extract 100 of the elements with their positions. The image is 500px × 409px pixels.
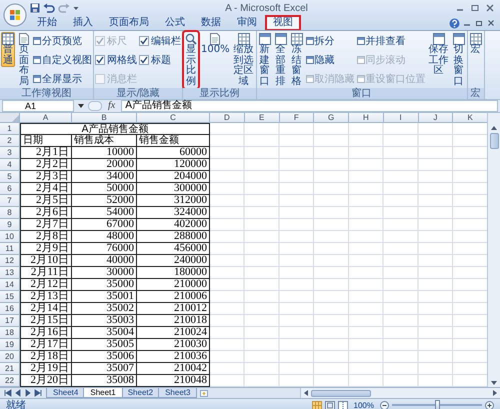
ribbon-button[interactable]: 分页预览 xyxy=(33,32,92,50)
row-header[interactable]: 2 xyxy=(0,135,20,147)
row-header[interactable]: 5 xyxy=(0,171,20,183)
close-icon[interactable] xyxy=(486,18,496,28)
ribbon-tab[interactable]: 插入 xyxy=(66,16,100,30)
row-header[interactable]: 14 xyxy=(0,279,20,291)
column-header[interactable]: G xyxy=(314,113,349,123)
ribbon-tab[interactable]: 数据 xyxy=(194,16,228,30)
down-arrow-icon[interactable] xyxy=(490,379,498,387)
ribbon-button[interactable]: 隐藏 xyxy=(306,51,355,69)
row-header[interactable]: 17 xyxy=(0,315,20,327)
ribbon-button[interactable]: 宏 xyxy=(468,32,483,56)
ribbon-button[interactable]: 新建窗口 xyxy=(258,32,272,88)
minus-icon[interactable] xyxy=(380,400,389,409)
ribbon-button[interactable]: 保存工作区 xyxy=(428,32,450,78)
ribbon-button[interactable]: 100% xyxy=(200,32,231,56)
maximize-icon[interactable] xyxy=(469,3,481,13)
triangle-icon[interactable] xyxy=(34,389,42,397)
ribbon-tab[interactable]: 审阅 xyxy=(230,16,264,30)
table-cell: 2月7日 xyxy=(20,219,72,231)
row-header[interactable]: 21 xyxy=(0,363,20,375)
ribbon-button[interactable]: 全部重排 xyxy=(274,32,288,88)
round-menu-button[interactable] xyxy=(3,3,27,27)
page-break-view-icon[interactable] xyxy=(338,400,348,409)
horizontal-scrollbar[interactable] xyxy=(300,388,500,398)
row-header[interactable]: 20 xyxy=(0,351,20,363)
left-arrow-icon[interactable] xyxy=(303,389,309,397)
row-header[interactable]: 1 xyxy=(0,123,20,135)
row-header[interactable]: 22 xyxy=(0,375,20,387)
column-header[interactable]: A xyxy=(20,113,72,123)
checkbox[interactable] xyxy=(95,55,105,65)
restore-icon[interactable] xyxy=(474,18,484,28)
undo-icon[interactable] xyxy=(43,3,55,13)
name-box[interactable]: A1 xyxy=(2,100,74,112)
checkbox-label[interactable]: 网格线 xyxy=(95,51,137,69)
ribbon-button[interactable]: 并排查看 xyxy=(356,32,426,50)
ribbon-tab[interactable]: 页面布局 xyxy=(102,16,156,30)
column-header[interactable]: C xyxy=(137,113,210,123)
window-icon xyxy=(306,56,314,64)
row-header[interactable]: 15 xyxy=(0,291,20,303)
column-header[interactable]: I xyxy=(384,113,418,123)
ribbon-button[interactable]: 自定义视图 xyxy=(33,51,92,69)
divider-handle-icon[interactable] xyxy=(88,100,102,112)
sheet-tab[interactable]: Sheet1 xyxy=(83,388,123,398)
plus-icon[interactable] xyxy=(485,400,494,409)
window-icon xyxy=(306,75,314,83)
save-icon[interactable] xyxy=(30,3,40,13)
row-header[interactable]: 3 xyxy=(0,147,20,159)
checkbox[interactable] xyxy=(139,55,149,65)
vertical-scrollbar[interactable] xyxy=(487,113,500,387)
row-header[interactable]: 6 xyxy=(0,183,20,195)
scroll-thumb[interactable] xyxy=(311,390,371,396)
up-arrow-icon[interactable] xyxy=(490,124,498,132)
column-header[interactable]: B xyxy=(72,113,137,123)
row-header[interactable]: 19 xyxy=(0,339,20,351)
sheet-tab[interactable]: Sheet4 xyxy=(46,388,86,398)
row-header[interactable]: 18 xyxy=(0,327,20,339)
ribbon-tab[interactable]: 视图 xyxy=(266,16,300,30)
ribbon-button[interactable]: 全屏显示 xyxy=(33,70,92,88)
formula-field[interactable]: A产品销售金额 xyxy=(121,100,498,112)
ribbon-button[interactable]: 普通 xyxy=(1,32,15,67)
ribbon-tab[interactable]: 公式 xyxy=(158,16,192,30)
help-icon[interactable] xyxy=(449,18,460,28)
column-header[interactable]: K xyxy=(453,113,487,123)
ribbon-button[interactable]: 缩放到选定区域 xyxy=(232,32,255,88)
row-header[interactable]: 13 xyxy=(0,267,20,279)
checkbox-label[interactable]: 标题 xyxy=(139,51,181,69)
function-label[interactable]: fx xyxy=(105,100,118,112)
row-header[interactable]: 10 xyxy=(0,231,20,243)
table-cell: 210030 xyxy=(137,339,210,351)
right-arrow-icon[interactable] xyxy=(492,389,498,397)
checkbox-label[interactable]: 编辑栏 xyxy=(139,32,181,50)
row-header[interactable]: 7 xyxy=(0,195,20,207)
row-header[interactable]: 9 xyxy=(0,219,20,231)
slider-thumb[interactable] xyxy=(435,400,440,409)
ribbon-tab[interactable]: 开始 xyxy=(30,16,64,30)
column-header[interactable]: E xyxy=(244,113,280,123)
row-header[interactable]: 11 xyxy=(0,243,20,255)
column-header[interactable]: F xyxy=(280,113,314,123)
sheet-tab[interactable]: Sheet3 xyxy=(158,388,198,398)
page-layout-view-icon[interactable] xyxy=(324,400,335,409)
column-header[interactable]: D xyxy=(210,113,245,123)
table-cell: 2月13日 xyxy=(20,291,72,303)
triangle-icon[interactable] xyxy=(4,389,12,397)
ribbon-button[interactable]: 拆分 xyxy=(306,32,355,50)
row-header[interactable]: 8 xyxy=(0,207,20,219)
row-header[interactable]: 12 xyxy=(0,255,20,267)
ribbon-button[interactable]: 显示比例 xyxy=(184,32,198,88)
table-cell: 2月6日 xyxy=(20,207,72,219)
ribbon-button[interactable]: 冻结窗格 xyxy=(290,32,304,88)
ribbon-button[interactable]: 切换窗口 xyxy=(452,32,466,88)
close-icon[interactable] xyxy=(484,3,496,13)
table-cell: 300000 xyxy=(137,183,210,195)
scroll-thumb[interactable] xyxy=(490,133,498,149)
row-header[interactable]: 16 xyxy=(0,303,20,315)
checkbox[interactable] xyxy=(139,36,149,46)
row-header[interactable]: 4 xyxy=(0,159,20,171)
ribbon-button[interactable]: 页面布局 xyxy=(17,32,31,88)
column-header[interactable]: J xyxy=(418,113,454,123)
column-header[interactable]: H xyxy=(349,113,384,123)
